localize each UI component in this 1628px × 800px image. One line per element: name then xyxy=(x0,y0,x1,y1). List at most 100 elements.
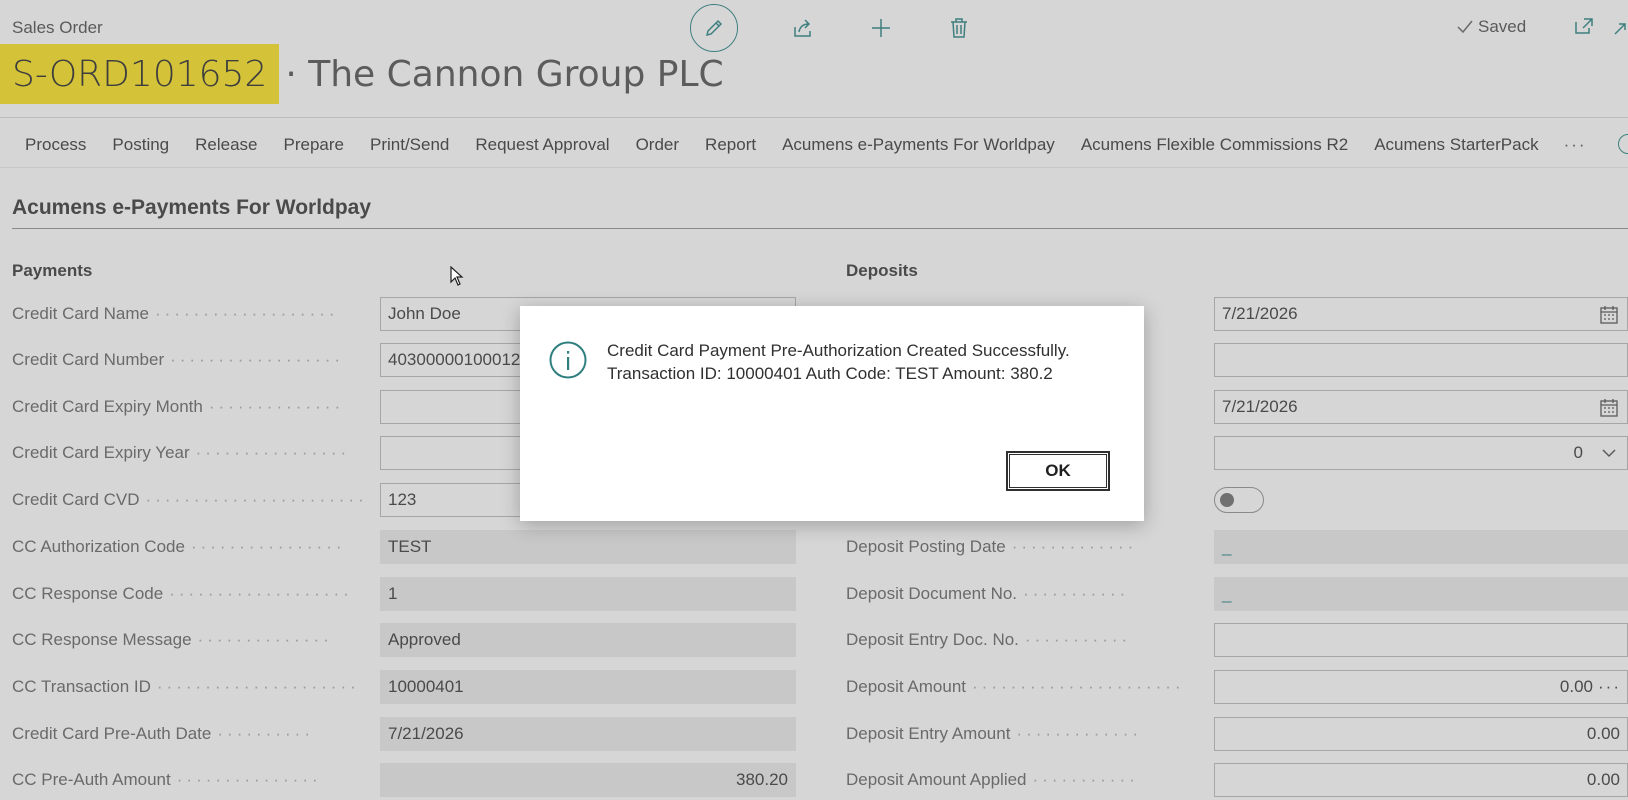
menu-print-send[interactable]: Print/Send xyxy=(357,135,462,155)
pre-auth-amount-value: 380.20 xyxy=(380,763,796,797)
field-row: Credit Card Number ·················· xyxy=(12,343,364,377)
calendar-icon[interactable] xyxy=(1599,305,1619,325)
field-row: Deposit Amount ······················ xyxy=(846,670,1198,704)
deposit-select[interactable]: 0 xyxy=(1214,436,1628,470)
field-label: Deposit Entry Amount ············· xyxy=(846,724,1143,743)
menu-acumens-starterpack[interactable]: Acumens StarterPack xyxy=(1361,135,1551,155)
section-divider xyxy=(12,228,1628,229)
search-icon[interactable] xyxy=(1618,134,1628,154)
deposit-amount-applied-input[interactable]: 0.00 xyxy=(1214,763,1628,797)
ok-button[interactable]: OK xyxy=(1006,451,1110,491)
toggle-knob xyxy=(1220,493,1234,507)
sales-order-page: Sales Order S-ORD101652 · The Cannon Gro… xyxy=(0,0,1628,800)
auth-code-value: TEST xyxy=(380,530,796,564)
field-label: Deposit Posting Date ············· xyxy=(846,537,1138,556)
deposit-entry-doc-no-input[interactable] xyxy=(1214,623,1628,657)
mouse-cursor-icon xyxy=(450,266,464,286)
popout-icon xyxy=(1575,18,1593,34)
saved-label: Saved xyxy=(1478,17,1527,36)
plus-icon xyxy=(872,19,890,37)
field-row: Deposit Document No. ··········· xyxy=(846,577,1198,611)
page-title: S-ORD101652 · The Cannon Group PLC xyxy=(0,44,724,104)
deposit-amount-value: 0.00 xyxy=(1559,677,1593,696)
response-message-value: Approved xyxy=(380,623,796,657)
deposit-posting-date-link[interactable]: _ xyxy=(1222,537,1231,557)
share-icon xyxy=(794,19,811,37)
delete-button[interactable] xyxy=(947,16,971,40)
deposit-entry-amount-input[interactable]: 0.00 xyxy=(1214,717,1628,751)
dialog-message-line1: Credit Card Payment Pre-Authorization Cr… xyxy=(607,341,1070,360)
field-label: CC Authorization Code ················ xyxy=(12,537,346,556)
menu-release[interactable]: Release xyxy=(182,135,270,155)
section-title: Acumens e-Payments For Worldpay xyxy=(12,196,372,219)
field-row: CC Transaction ID ····················· xyxy=(12,670,364,704)
deposit-posting-date-value: _ xyxy=(1214,530,1628,564)
new-button[interactable] xyxy=(869,16,893,40)
menu-acumens-commissions[interactable]: Acumens Flexible Commissions R2 xyxy=(1068,135,1361,155)
deposit-document-no-value: _ xyxy=(1214,577,1628,611)
menu-posting[interactable]: Posting xyxy=(99,135,182,155)
menu-process[interactable]: Process xyxy=(12,135,99,155)
field-label: Credit Card Expiry Month ·············· xyxy=(12,397,345,416)
edit-button[interactable] xyxy=(690,4,738,52)
field-label: Credit Card CVD ······················· xyxy=(12,490,364,509)
field-label: Deposit Entry Doc. No. ··········· xyxy=(846,630,1132,649)
menu-report[interactable]: Report xyxy=(692,135,769,155)
field-row: CC Pre-Auth Amount ··············· xyxy=(12,763,364,797)
deposit-select-value: 0 xyxy=(1573,443,1583,462)
edit-icon xyxy=(705,19,723,37)
deposit-document-no-link[interactable]: _ xyxy=(1222,584,1231,604)
customer-name: · The Cannon Group PLC xyxy=(285,53,724,95)
order-number: S-ORD101652 xyxy=(0,44,280,104)
popout-button[interactable] xyxy=(1574,17,1594,40)
more-actions-button[interactable]: ··· xyxy=(1552,135,1599,155)
confirmation-dialog: Credit Card Payment Pre-Authorization Cr… xyxy=(520,306,1144,521)
menu-request-approval[interactable]: Request Approval xyxy=(462,135,622,155)
pre-auth-date-value: 7/21/2026 xyxy=(380,717,796,751)
field-label: Credit Card Number ·················· xyxy=(12,350,345,369)
calendar-icon[interactable] xyxy=(1599,398,1619,418)
field-label: CC Transaction ID ····················· xyxy=(12,677,360,696)
deposit-amount-input[interactable]: 0.00 ··· xyxy=(1214,670,1628,704)
collapse-button[interactable] xyxy=(1614,22,1626,40)
payments-heading: Payments xyxy=(12,261,93,280)
field-row: CC Response Message ·············· xyxy=(12,623,364,657)
field-row: Credit Card Name ··················· xyxy=(12,297,364,331)
action-menu: Process Posting Release Prepare Print/Se… xyxy=(12,128,1599,162)
field-label: CC Response Message ·············· xyxy=(12,630,333,649)
share-button[interactable] xyxy=(791,16,815,40)
deposit-date2-input[interactable]: 7/21/2026 xyxy=(1214,390,1628,424)
field-label: Deposit Amount Applied ··········· xyxy=(846,770,1139,789)
deposits-heading: Deposits xyxy=(846,261,918,280)
field-row: Credit Card Expiry Year ················ xyxy=(12,436,364,470)
field-label: Deposit Document No. ··········· xyxy=(846,584,1130,603)
response-code-value: 1 xyxy=(380,577,796,611)
field-label: CC Response Code ··················· xyxy=(12,584,353,603)
field-row: Credit Card CVD ······················· xyxy=(12,483,364,517)
deposit-amount-lookup-button[interactable]: ··· xyxy=(1598,677,1621,697)
delete-icon xyxy=(951,18,967,38)
field-row: CC Authorization Code ················ xyxy=(12,530,364,564)
menu-acumens-epayments[interactable]: Acumens e-Payments For Worldpay xyxy=(769,135,1068,155)
deposit-date2-value: 7/21/2026 xyxy=(1222,397,1298,416)
field-row: Deposit Posting Date ············· xyxy=(846,530,1198,564)
collapse-icon xyxy=(1614,23,1626,35)
deposit-toggle[interactable] xyxy=(1214,487,1264,513)
field-row: Deposit Entry Amount ············· xyxy=(846,717,1198,751)
field-label: CC Pre-Auth Amount ··············· xyxy=(12,770,322,789)
deposit-date-input[interactable]: 7/21/2026 xyxy=(1214,297,1628,331)
breadcrumb: Sales Order xyxy=(12,18,103,37)
chevron-down-icon xyxy=(1602,449,1616,458)
transaction-id-value: 10000401 xyxy=(380,670,796,704)
deposit-text-input[interactable] xyxy=(1214,343,1628,377)
field-row: Credit Card Expiry Month ·············· xyxy=(12,390,364,424)
menu-order[interactable]: Order xyxy=(623,135,692,155)
deposit-date-value: 7/21/2026 xyxy=(1222,304,1298,323)
field-label: Deposit Amount ······················ xyxy=(846,677,1185,696)
field-row: Credit Card Pre-Auth Date ·········· xyxy=(12,717,364,751)
divider xyxy=(0,167,1628,168)
top-action-bar xyxy=(690,4,998,52)
check-icon xyxy=(1457,20,1473,34)
menu-prepare[interactable]: Prepare xyxy=(271,135,357,155)
field-row: CC Response Code ··················· xyxy=(12,577,364,611)
